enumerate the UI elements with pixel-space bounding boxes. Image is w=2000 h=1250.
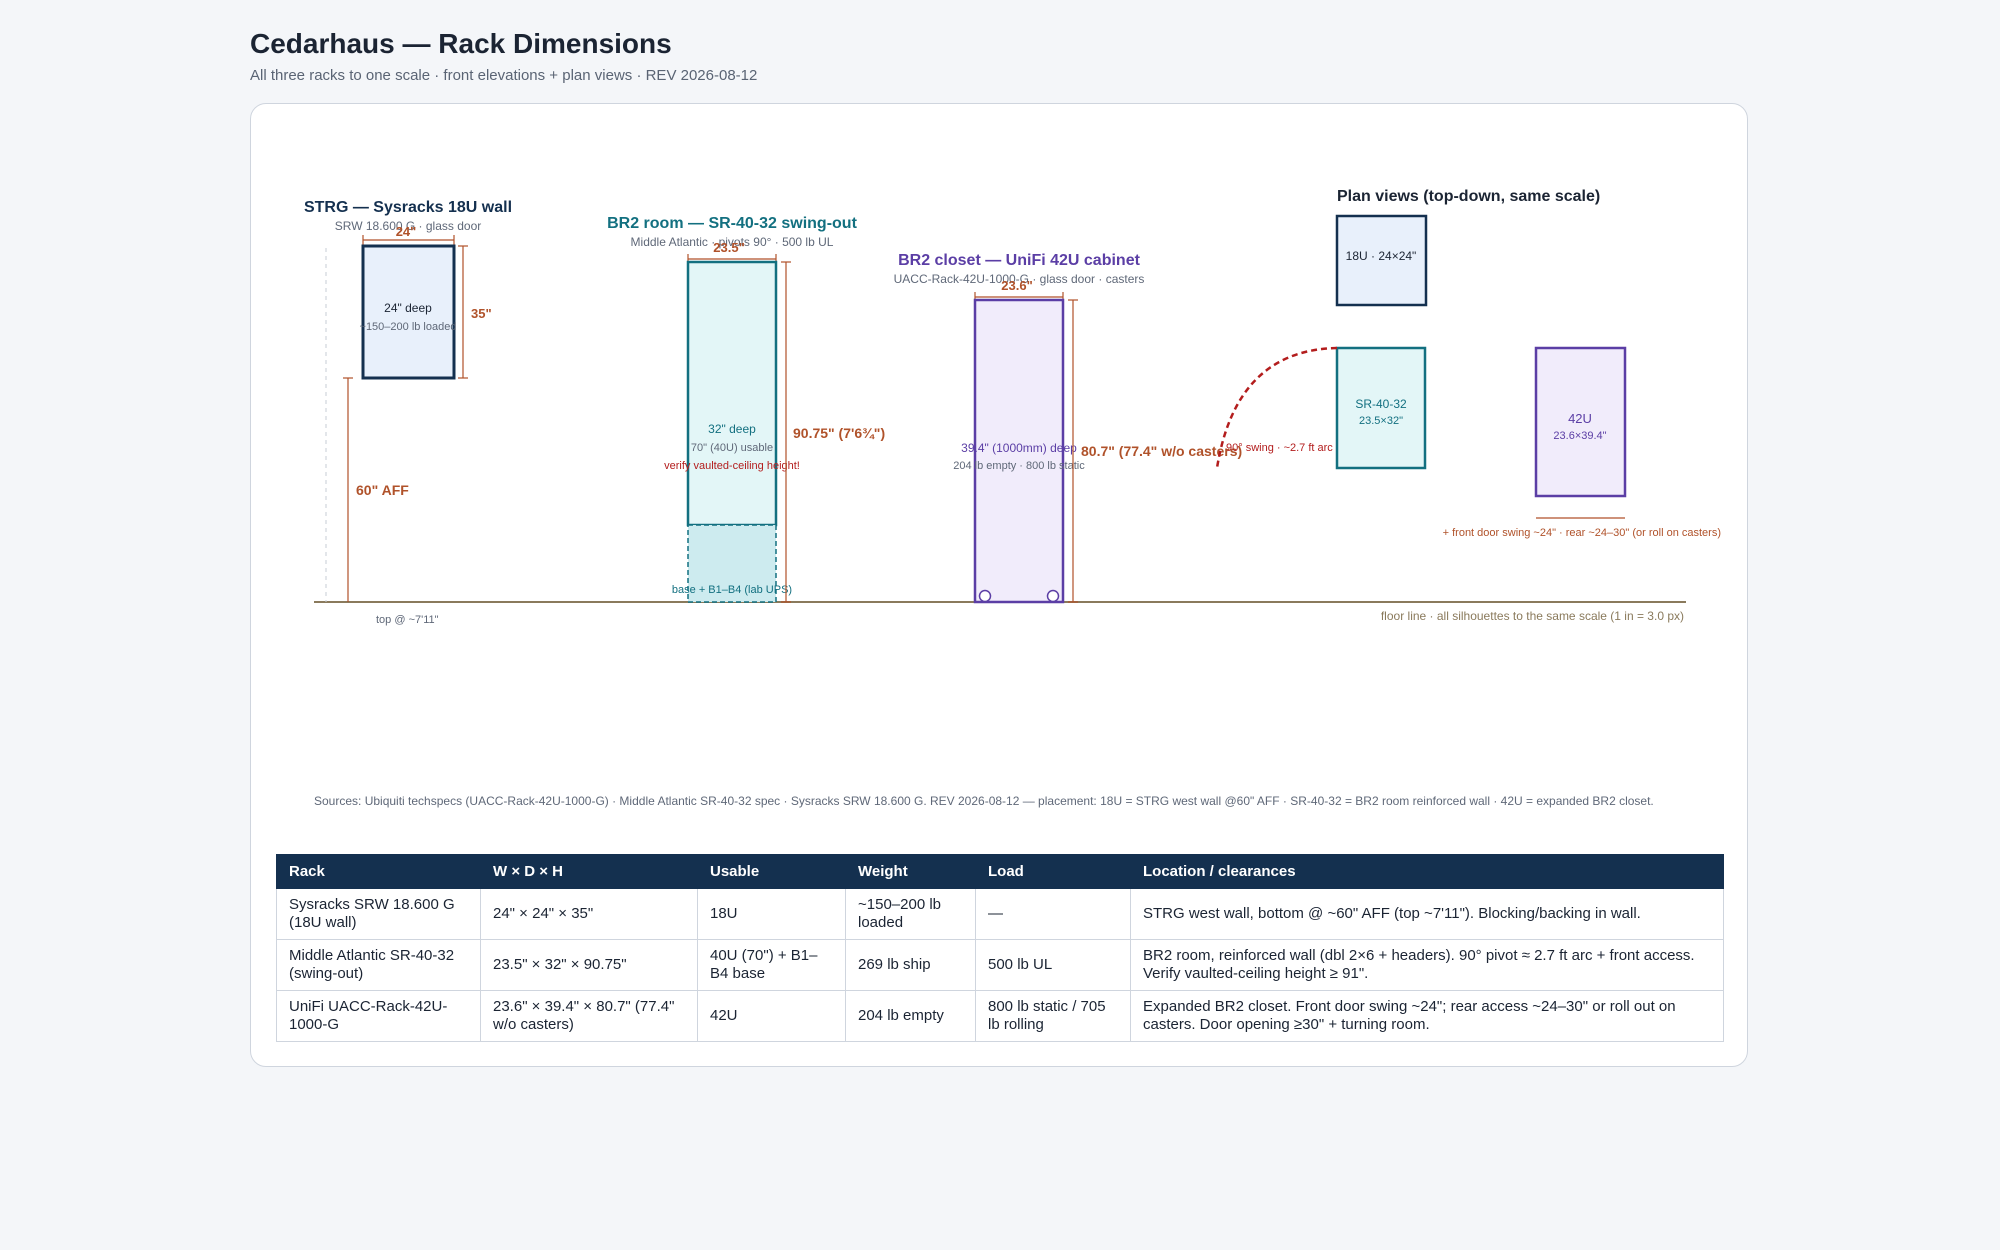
plan-clearance-label: + front door swing ~24" · rear ~24–30" (… — [1443, 527, 1721, 539]
table-cell: 23.6" × 39.4" × 80.7" (77.4" w/o casters… — [480, 990, 698, 1042]
br2closet-title: BR2 closet — UniFi 42U cabinet — [898, 252, 1141, 269]
br2closet-weight: 204 lb empty · 800 lb static — [953, 460, 1085, 472]
br2closet-depth: 39.4" (1000mm) deep — [961, 441, 1077, 455]
table-cell: Expanded BR2 closet. Front door swing ~2… — [1130, 990, 1724, 1042]
table-header-row: Rack W × D × H Usable Weight Load Locati… — [276, 854, 1724, 889]
plan-title: Plan views (top-down, same scale) — [1337, 188, 1600, 205]
br2room-warning: verify vaulted-ceiling height! — [664, 460, 800, 472]
table-header-rack: Rack — [276, 854, 481, 889]
strg-height-label: 35" — [471, 306, 492, 321]
plan-sr4032-dims: 23.5×32" — [1359, 415, 1403, 427]
table-cell: ~150–200 lb loaded — [845, 888, 976, 940]
br2room-title: BR2 room — SR-40-32 swing-out — [607, 215, 857, 232]
table-header-dims: W × D × H — [480, 854, 698, 889]
br2closet-caster-left — [978, 589, 992, 603]
sources-note: Sources: Ubiquiti techspecs (UACC-Rack-4… — [314, 794, 1654, 808]
plan-42u-dims: 23.6×39.4" — [1553, 430, 1606, 442]
rack-diagram: floor line · all silhouettes to the same… — [304, 188, 1721, 626]
strg-width-label: 24" — [396, 224, 417, 239]
table-header-load: Load — [975, 854, 1131, 889]
plan-18u-label: 18U · 24×24" — [1346, 249, 1417, 263]
br2room-height-label: 90.75" (7'6¾") — [793, 425, 885, 441]
table-header-usable: Usable — [697, 854, 846, 889]
table-cell: Middle Atlantic SR-40-32 (swing-out) — [276, 939, 481, 991]
table-cell: 42U — [697, 990, 846, 1042]
plan-42u-name: 42U — [1568, 411, 1592, 426]
table-cell: 18U — [697, 888, 846, 940]
table-cell: 23.5" × 32" × 90.75" — [480, 939, 698, 991]
table-header-location: Location / clearances — [1130, 854, 1724, 889]
br2closet-width-label: 23.6" — [1001, 278, 1032, 293]
table-cell: BR2 room, reinforced wall (dbl 2×6 + hea… — [1130, 939, 1724, 991]
br2room-depth: 32" deep — [708, 422, 756, 436]
table-row: UniFi UACC-Rack-42U-1000-G 23.6" × 39.4"… — [276, 990, 1724, 1042]
strg-title: STRG — Sysracks 18U wall — [304, 199, 512, 216]
table-cell: 40U (70") + B1–B4 base — [697, 939, 846, 991]
floor-label: floor line · all silhouettes to the same… — [1381, 609, 1684, 623]
br2room-rack — [686, 260, 778, 527]
table-row: Middle Atlantic SR-40-32 (swing-out) 23.… — [276, 939, 1724, 991]
table-cell: 800 lb static / 705 lb rolling — [975, 990, 1131, 1042]
table-cell: UniFi UACC-Rack-42U-1000-G — [276, 990, 481, 1042]
br2room-usable: 70" (40U) usable — [691, 442, 773, 454]
plan-swing-label: 90° swing · ~2.7 ft arc — [1226, 442, 1333, 454]
plan-sr4032-name: SR-40-32 — [1355, 397, 1407, 411]
table-header-weight: Weight — [845, 854, 976, 889]
table-cell: STRG west wall, bottom @ ~60" AFF (top ~… — [1130, 888, 1724, 940]
strg-top-note: top @ ~7'11" — [376, 614, 439, 626]
br2closet-height-label: 80.7" (77.4" w/o casters) — [1081, 443, 1242, 459]
table-cell: 24" × 24" × 35" — [480, 888, 698, 940]
table-row: Sysracks SRW 18.600 G (18U wall) 24" × 2… — [276, 888, 1724, 940]
rack-table: Rack W × D × H Usable Weight Load Locati… — [276, 854, 1724, 1042]
br2room-width-label: 23.5" — [713, 240, 744, 255]
table-cell: — — [975, 888, 1131, 940]
br2closet-caster-right — [1046, 589, 1060, 603]
table-cell: 204 lb empty — [845, 990, 976, 1042]
table-cell: Sysracks SRW 18.600 G (18U wall) — [276, 888, 481, 940]
br2room-base-label: base + B1–B4 (lab UPS) — [672, 584, 792, 596]
strg-aff-label: 60" AFF — [356, 482, 409, 498]
strg-weight: ~150–200 lb loaded — [360, 321, 457, 333]
table-cell: 269 lb ship — [845, 939, 976, 991]
strg-depth: 24" deep — [384, 301, 432, 315]
table-cell: 500 lb UL — [975, 939, 1131, 991]
